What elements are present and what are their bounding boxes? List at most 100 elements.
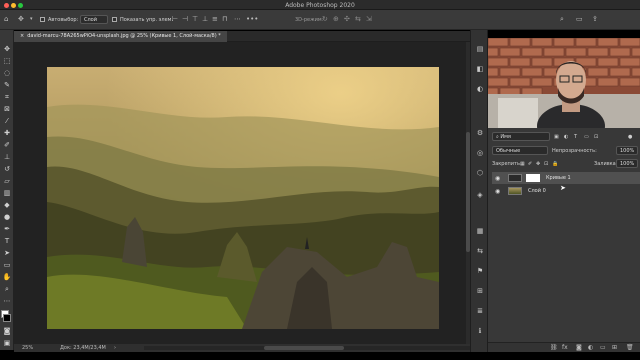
document-image[interactable]	[47, 67, 439, 329]
search-icon[interactable]: ⌕	[560, 16, 564, 23]
show-transform-checkbox[interactable]	[112, 17, 117, 22]
glyphs-panel-icon[interactable]: ≣	[475, 306, 485, 316]
lock-image-icon[interactable]: ✐	[528, 161, 532, 167]
hand-tool-icon[interactable]: ✋	[2, 272, 12, 282]
layers-panel-icon[interactable]: ◈	[475, 190, 485, 200]
gradient-tool-icon[interactable]: ▥	[2, 188, 12, 198]
frame-tool-icon[interactable]: ⊠	[2, 104, 12, 114]
lock-transparency-icon[interactable]: ▦	[520, 161, 525, 167]
filter-pixel-icon[interactable]: ▣	[554, 134, 559, 140]
filter-toggle-icon[interactable]: ●	[628, 134, 632, 140]
autoselect-checkbox[interactable]	[40, 17, 45, 22]
horizontal-scrollbar[interactable]	[144, 346, 474, 350]
paragraph-panel-icon[interactable]: ⊞	[475, 286, 485, 296]
add-mask-icon[interactable]: ◙	[576, 344, 582, 351]
mode-3d-label: 3D-режим:	[295, 17, 324, 23]
orbit-3d-icon[interactable]: ↻	[322, 16, 328, 23]
filter-smart-object-icon[interactable]: ⊡	[594, 134, 598, 140]
layer-row-curves[interactable]: ◉ Кривые 1	[492, 172, 640, 184]
quick-select-tool-icon[interactable]: ✎	[2, 80, 12, 90]
eraser-tool-icon[interactable]: ▱	[2, 176, 12, 186]
scale-3d-icon[interactable]: ⇲	[366, 16, 372, 23]
shape-tool-icon[interactable]: ▭	[2, 260, 12, 270]
channels-panel-icon[interactable]: ▦	[475, 226, 485, 236]
color-panel-icon[interactable]: ◐	[475, 84, 485, 94]
blend-mode-dropdown[interactable]: Обычные	[492, 146, 548, 155]
align-right-icon[interactable]: ⊤	[192, 16, 198, 23]
properties-panel-icon[interactable]: ⚙	[475, 128, 485, 138]
blur-tool-icon[interactable]: ◆	[2, 200, 12, 210]
lock-artboard-icon[interactable]: ⊡	[544, 161, 548, 167]
horizontal-scrollbar-thumb[interactable]	[264, 346, 344, 350]
eyedropper-tool-icon[interactable]: ⁄	[2, 116, 12, 126]
layer-mask-thumbnail[interactable]	[526, 174, 540, 182]
type-tool-icon[interactable]: T	[2, 236, 12, 246]
libraries-panel-icon[interactable]: ⬡	[475, 168, 485, 178]
path-select-tool-icon[interactable]: ➤	[2, 248, 12, 258]
clone-stamp-tool-icon[interactable]: ⊥	[2, 152, 12, 162]
move-tool-icon[interactable]: ✥	[2, 44, 12, 54]
align-middle-icon[interactable]: ≡	[212, 16, 218, 23]
filter-shape-icon[interactable]: ▭	[584, 134, 589, 140]
opacity-label: Непрозрачность:	[552, 148, 597, 154]
crop-tool-icon[interactable]: ⌗	[2, 92, 12, 102]
pen-tool-icon[interactable]: ✒	[2, 224, 12, 234]
zoom-level[interactable]: 25%	[22, 345, 33, 351]
brush-tool-icon[interactable]: ✐	[2, 140, 12, 150]
quick-mask-icon[interactable]: ◙	[2, 326, 12, 336]
new-layer-icon[interactable]: ⊞	[612, 344, 617, 351]
drag-3d-icon[interactable]: ✣	[344, 16, 350, 23]
more-options-icon[interactable]: •••	[246, 16, 258, 23]
slide-3d-icon[interactable]: ⇆	[355, 16, 361, 23]
align-top-icon[interactable]: ⊥	[202, 16, 208, 23]
move-tool-icon[interactable]: ✥	[18, 16, 24, 23]
layer-filter-kind-field[interactable]: ⌕ Имя	[492, 132, 550, 141]
marquee-tool-icon[interactable]: ⬚	[2, 56, 12, 66]
layer-name: Слой 0	[528, 188, 546, 194]
distribute-icon[interactable]: ⋯	[234, 16, 241, 23]
align-left-icon[interactable]: ⊢	[172, 16, 178, 23]
home-icon[interactable]: ⌂	[4, 16, 8, 23]
share-icon[interactable]: ⇪	[592, 16, 598, 23]
workspace-icon[interactable]: ▭	[576, 16, 583, 23]
layer-row-base[interactable]: ◉ Слой 0	[492, 185, 640, 197]
fill-label: Заливка:	[594, 161, 618, 167]
webcam-overlay	[488, 38, 640, 128]
status-chevron-icon[interactable]: ›	[114, 345, 116, 351]
align-center-icon[interactable]: ⊣	[182, 16, 188, 23]
new-group-icon[interactable]: ▭	[600, 344, 606, 351]
adjustments-panel-icon[interactable]: ◎	[475, 148, 485, 158]
fill-field[interactable]: 100%	[616, 159, 638, 168]
history-brush-tool-icon[interactable]: ↺	[2, 164, 12, 174]
visibility-eye-icon[interactable]: ◉	[495, 175, 500, 182]
close-tab-icon[interactable]: ×	[20, 33, 24, 39]
layer-style-icon[interactable]: fx	[562, 344, 568, 351]
link-layers-icon[interactable]: ⛓	[550, 344, 558, 351]
character-panel-icon[interactable]: ⚑	[475, 266, 485, 276]
more-tools-icon[interactable]: ⋯	[2, 296, 12, 306]
autoselect-dropdown[interactable]: Слой	[80, 15, 108, 24]
filter-type-icon[interactable]: T	[574, 134, 577, 140]
screen-mode-icon[interactable]: ▣	[2, 338, 12, 348]
tool-preset-chevron-icon[interactable]: ▾	[30, 17, 33, 22]
visibility-eye-icon[interactable]: ◉	[495, 188, 500, 195]
paths-panel-icon[interactable]: ⇆	[475, 246, 485, 256]
align-bottom-icon[interactable]: ⊓	[222, 16, 227, 23]
opacity-field[interactable]: 100%	[616, 146, 638, 155]
lock-all-icon[interactable]: 🔒	[552, 161, 558, 167]
dodge-tool-icon[interactable]: ●	[2, 212, 12, 222]
delete-layer-icon[interactable]: 🗑	[626, 344, 634, 351]
document-tab[interactable]: × david-marcu-78A265wPiO4-unsplash.jpg @ …	[14, 31, 227, 42]
roll-3d-icon[interactable]: ⊕	[333, 16, 339, 23]
filter-adjustment-icon[interactable]: ◐	[564, 134, 568, 140]
healing-brush-tool-icon[interactable]: ✚	[2, 128, 12, 138]
new-adjustment-icon[interactable]: ◐	[588, 344, 593, 351]
lock-position-icon[interactable]: ✥	[536, 161, 540, 167]
swatches-panel-icon[interactable]: ◧	[475, 64, 485, 74]
info-panel-icon[interactable]: ℹ	[475, 326, 485, 336]
curves-adjustment-icon	[508, 174, 522, 182]
zoom-tool-icon[interactable]: ⌕	[2, 284, 12, 294]
foreground-color-swatch[interactable]	[3, 314, 11, 322]
history-panel-icon[interactable]: ▤	[475, 44, 485, 54]
lasso-tool-icon[interactable]: ◌	[2, 68, 12, 78]
